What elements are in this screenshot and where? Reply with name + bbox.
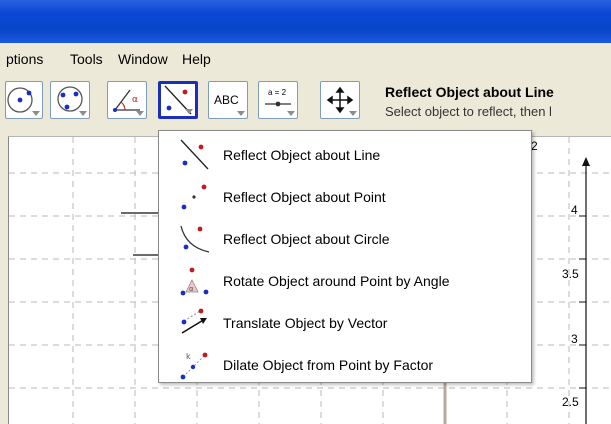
menu-item-rotate[interactable]: α Rotate Object around Point by Angle (159, 261, 531, 301)
menu-item-label: Reflect Object about Circle (223, 231, 390, 247)
svg-text:α: α (132, 95, 138, 105)
svg-text:α: α (189, 285, 194, 293)
y-tick-label-4: 4 (571, 203, 578, 217)
menu-window[interactable]: Window (118, 51, 168, 67)
menu-item-reflect-point[interactable]: Reflect Object about Point (159, 177, 531, 217)
menu-options[interactable]: ptions (6, 51, 43, 67)
tool-menu-arrow-icon (349, 111, 357, 116)
tool-menu-arrow-icon (32, 111, 40, 116)
slider-tool-button[interactable]: a = 2 (258, 81, 298, 119)
circle-tool-button[interactable] (5, 81, 43, 119)
reflect-point-icon (181, 184, 207, 210)
translate-icon (181, 308, 207, 334)
menu-help[interactable]: Help (182, 51, 211, 67)
svg-text:k: k (186, 352, 191, 361)
menu-item-label: Reflect Object about Line (223, 147, 381, 163)
x-tick-label-partial: 2 (531, 139, 538, 153)
reflect-circle-icon (180, 225, 210, 253)
reflect-line-tool-button[interactable] (158, 81, 198, 119)
y-tick-label-2-5: 2.5 (562, 395, 579, 409)
window-titlebar[interactable] (0, 0, 611, 43)
tool-menu-arrow-icon (287, 111, 295, 116)
menu-item-reflect-line[interactable]: Reflect Object about Line (159, 135, 531, 175)
menu-item-label: Rotate Object around Point by Angle (223, 273, 450, 289)
menu-tools[interactable]: Tools (70, 51, 103, 67)
menu-bar: ptions Tools Window Help (0, 46, 611, 72)
menu-item-label: Translate Object by Vector (223, 315, 388, 331)
y-tick-label-3: 3 (571, 332, 578, 346)
menu-item-label: Reflect Object about Point (223, 189, 386, 205)
menu-item-dilate[interactable]: k Dilate Object from Point by Factor (159, 345, 531, 385)
reflect-line-icon (180, 139, 209, 170)
text-tool-label: ABC (214, 93, 239, 107)
rotate-icon: α (180, 267, 209, 296)
tool-menu-arrow-icon (79, 111, 87, 116)
active-tool-title: Reflect Object about Line (385, 84, 554, 100)
y-tick-label-3-5: 3.5 (562, 267, 579, 281)
tool-menu-arrow-icon (136, 111, 144, 116)
circle-three-points-tool-button[interactable] (50, 81, 90, 119)
active-tool-help: Select object to reflect, then l (385, 104, 552, 119)
dilate-icon: k (180, 352, 208, 380)
y-axis-arrow-icon (582, 157, 590, 166)
toolbar: α ABC a = 2 Reflect Object about Line Se… (0, 72, 611, 132)
menu-item-label: Dilate Object from Point by Factor (223, 357, 434, 373)
tool-menu-arrow-icon (237, 111, 245, 116)
move-graphics-tool-button[interactable] (320, 81, 360, 119)
menu-item-reflect-circle[interactable]: Reflect Object about Circle (159, 219, 531, 259)
angle-tool-button[interactable]: α (107, 81, 147, 119)
text-tool-button[interactable]: ABC (208, 81, 248, 119)
menu-item-translate[interactable]: Translate Object by Vector (159, 303, 531, 343)
transform-tools-dropdown: Reflect Object about Line Reflect Object… (158, 130, 532, 383)
tool-menu-arrow-icon (185, 109, 193, 114)
